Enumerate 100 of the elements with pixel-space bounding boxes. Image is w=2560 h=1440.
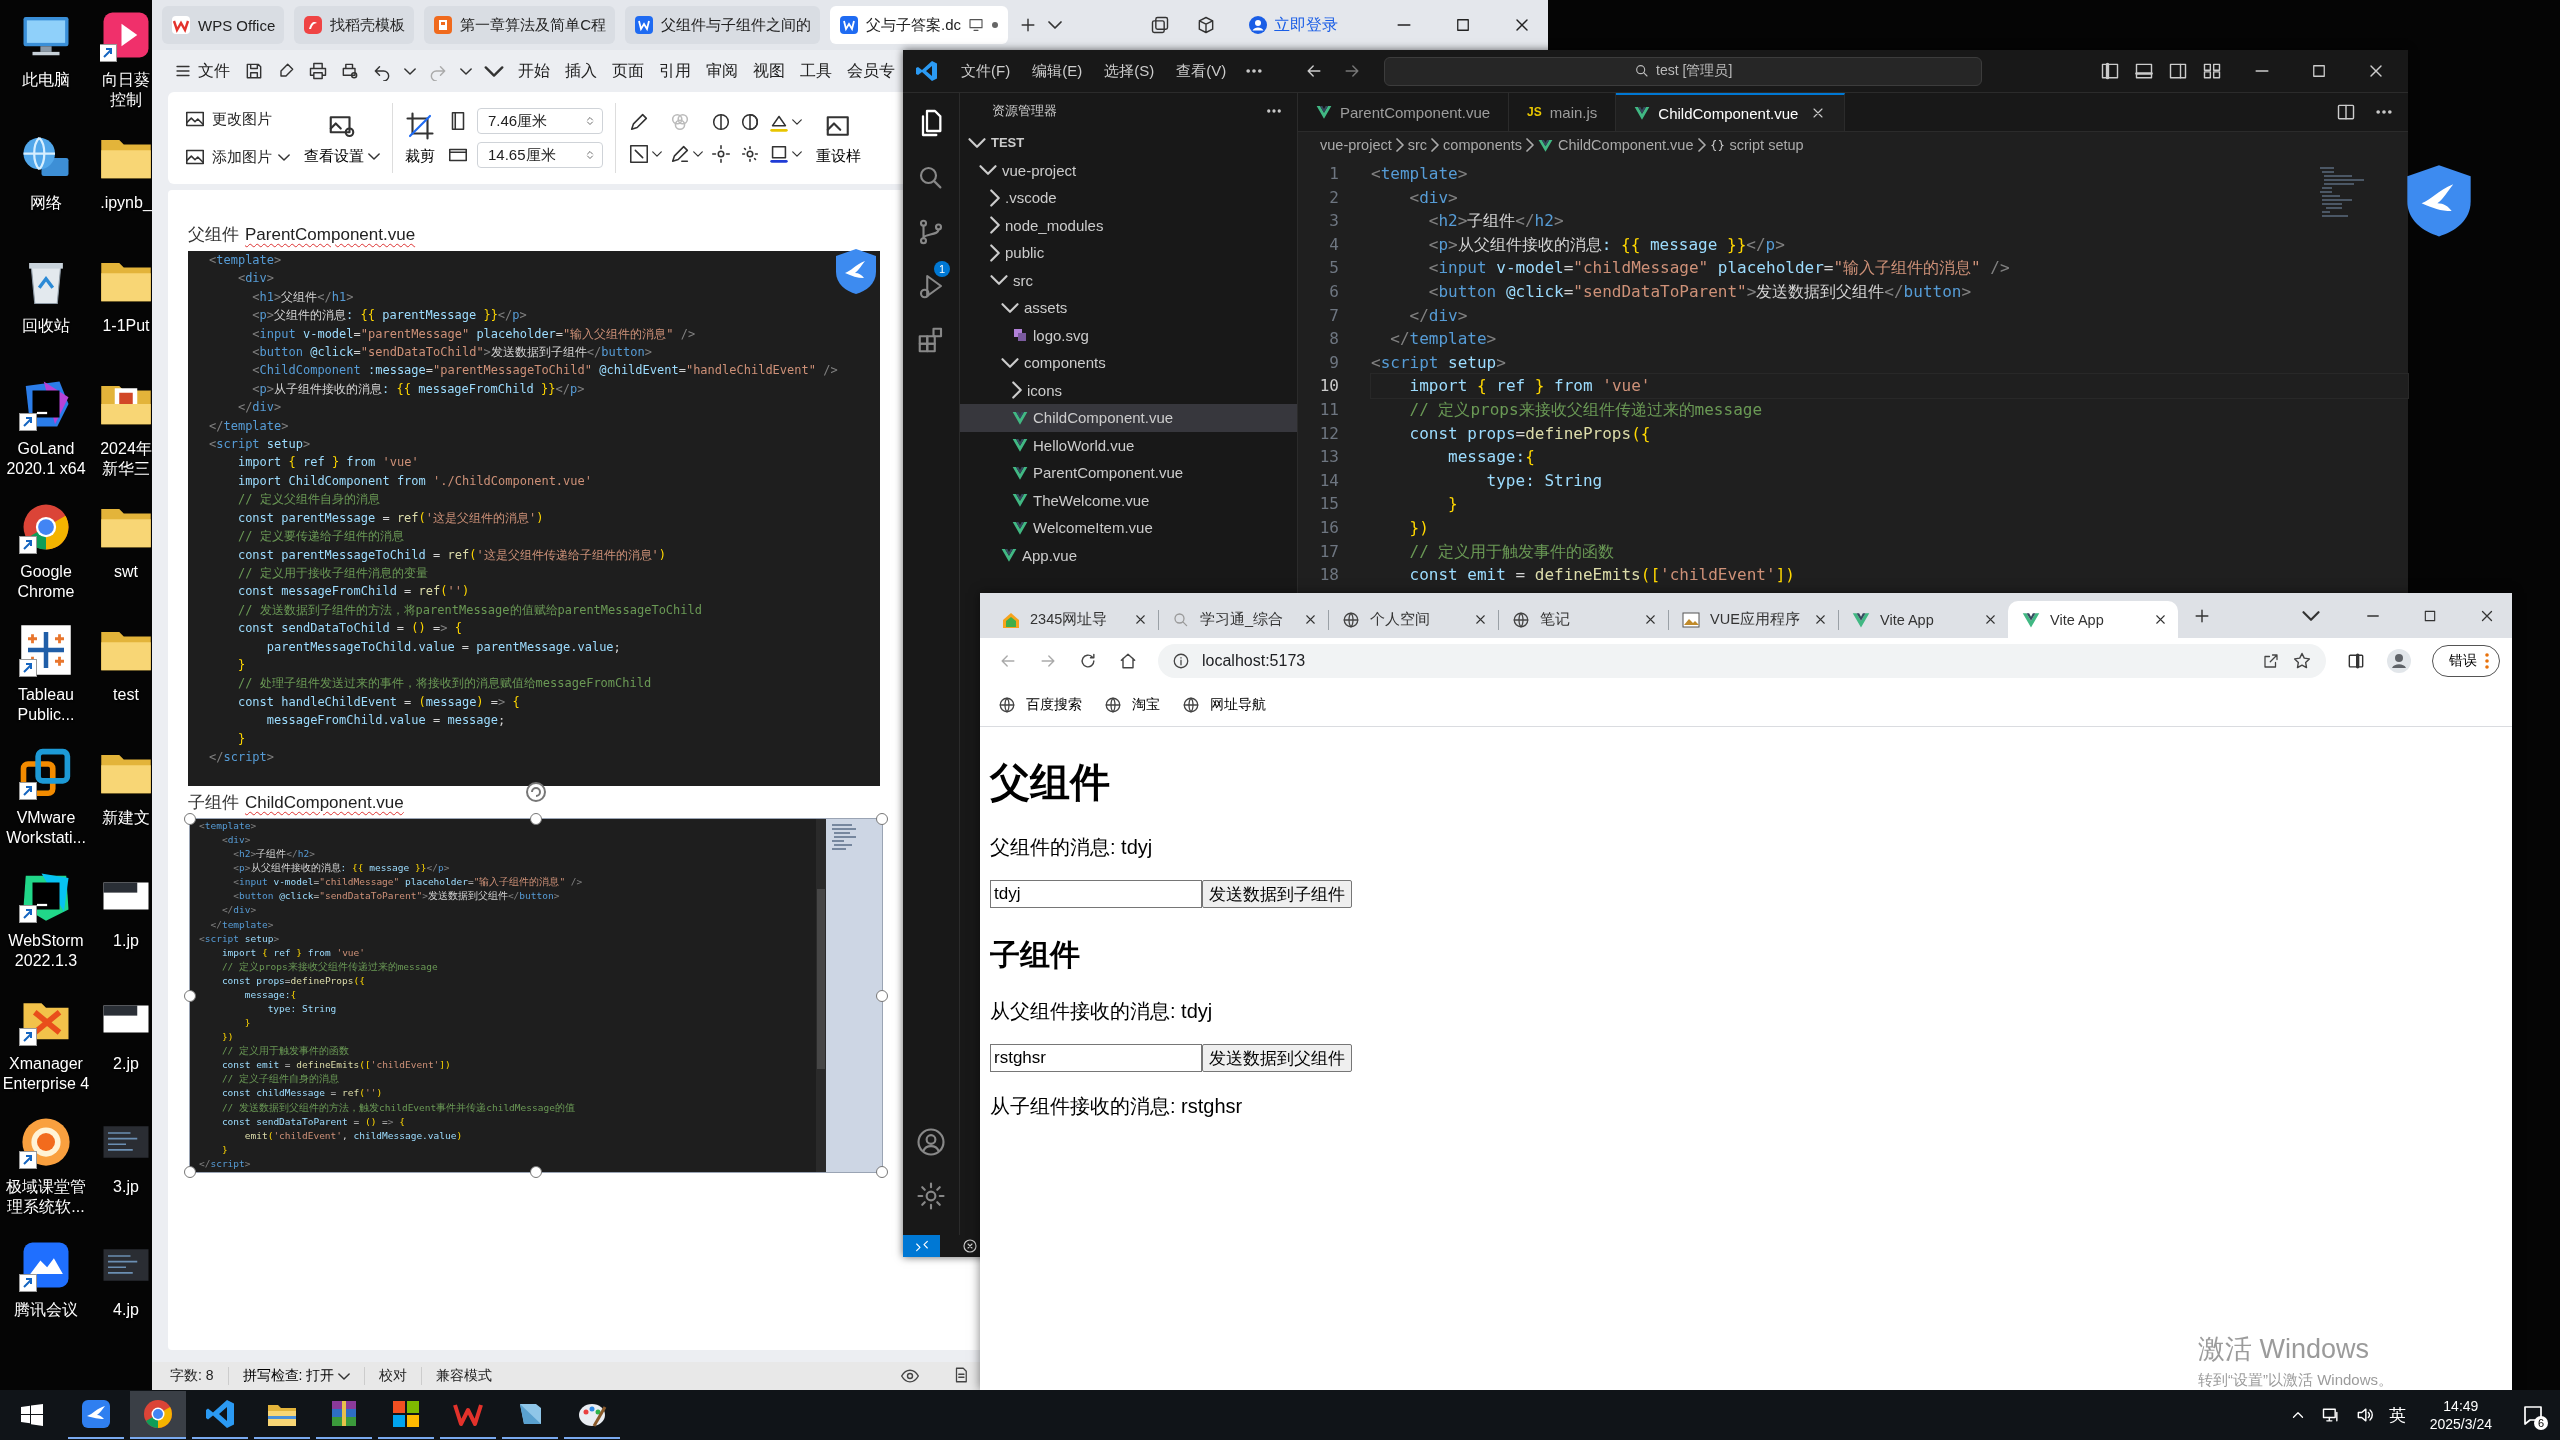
tree-item[interactable]: src — [960, 266, 1297, 294]
login-button[interactable]: 立即登录 — [1242, 13, 1344, 37]
notification-button[interactable]: 6 — [2516, 1398, 2550, 1432]
layout-sidebar-icon[interactable] — [2100, 61, 2120, 81]
remote-button[interactable] — [903, 1235, 940, 1257]
tree-item[interactable]: components — [960, 349, 1297, 377]
layout-grid-icon[interactable] — [2202, 61, 2222, 81]
menu-item[interactable]: 视图 — [753, 60, 785, 82]
desktop-shortcut[interactable]: 1.jp — [100, 869, 152, 992]
tree-item[interactable]: TEST — [960, 129, 1297, 157]
tree-item[interactable]: assets — [960, 294, 1297, 322]
menu-item[interactable]: 会员专 — [847, 60, 895, 82]
tree-item[interactable]: TheWelcome.vue — [960, 486, 1297, 514]
maximize-icon[interactable] — [1454, 16, 1472, 34]
bookmark-item[interactable]: 淘宝 — [1104, 696, 1160, 714]
height-field[interactable]: 7.46厘米 — [477, 108, 603, 134]
view-settings-button[interactable]: 查看设置 — [304, 110, 380, 166]
send-button[interactable]: 发送数据到子组件 — [1202, 880, 1352, 908]
width-field[interactable]: 14.65厘米 — [477, 142, 603, 168]
tree-item[interactable]: WelcomeItem.vue — [960, 514, 1297, 542]
print-preview-icon[interactable] — [340, 61, 360, 81]
tree-item[interactable]: ParentComponent.vue — [960, 459, 1297, 487]
home-icon[interactable] — [1118, 651, 1138, 671]
save-icon[interactable] — [244, 61, 264, 81]
browser-tab[interactable]: VUE应用程序 — [1668, 601, 1838, 638]
browser-tab[interactable]: 个人空间 — [1328, 601, 1498, 638]
settings-icon[interactable] — [916, 1181, 946, 1211]
desktop-shortcut[interactable]: 2.jp — [100, 992, 152, 1115]
file-menu[interactable]: 文件 — [172, 56, 232, 86]
desktop-shortcut[interactable]: swt — [100, 500, 152, 623]
contrast-icon[interactable] — [710, 111, 732, 133]
selection-handle[interactable] — [530, 813, 542, 825]
caret-icon[interactable] — [404, 67, 416, 75]
desktop-shortcut[interactable]: .ipynb_ — [100, 131, 152, 254]
desktop-shortcut[interactable]: 2024年 新华三 — [100, 377, 152, 500]
desktop-shortcut[interactable]: 网络 — [0, 131, 92, 254]
share-icon[interactable] — [2262, 652, 2280, 670]
layout-panel-icon[interactable] — [2134, 61, 2154, 81]
document-tab[interactable]: 找稻壳模板 — [294, 6, 415, 44]
menu-item[interactable]: 插入 — [565, 60, 597, 82]
browser-tab[interactable]: Vite App — [1838, 601, 2008, 638]
account-icon[interactable] — [916, 1127, 946, 1157]
sun-icon[interactable] — [739, 143, 761, 165]
close-icon[interactable] — [1473, 612, 1488, 627]
browser-tab[interactable]: Vite App — [2008, 601, 2178, 638]
reset-style-button[interactable]: 重设样 — [816, 110, 861, 166]
side-panel-icon[interactable] — [2346, 651, 2366, 671]
close-icon[interactable] — [1813, 612, 1828, 627]
tree-item[interactable]: ChildComponent.vue — [960, 404, 1297, 432]
close-icon[interactable] — [1643, 612, 1658, 627]
bookmark-item[interactable]: 网址导航 — [1182, 696, 1266, 714]
menu-item[interactable]: 选择(S) — [1104, 61, 1155, 81]
tree-item[interactable]: App.vue — [960, 541, 1297, 569]
tree-item[interactable]: HelloWorld.vue — [960, 431, 1297, 459]
input-method-indicator[interactable]: 英 — [2388, 1403, 2406, 1427]
brush-icon[interactable] — [628, 111, 650, 133]
reload-icon[interactable] — [1078, 651, 1098, 671]
desktop-shortcut[interactable]: 3.jp — [100, 1115, 152, 1238]
desktop-shortcut[interactable]: 向日葵 控制 — [100, 8, 152, 131]
clock[interactable]: 14:49 2025/3/24 — [2429, 1397, 2492, 1433]
spell-check-button[interactable]: 拼写检查: 打开 — [228, 1367, 366, 1385]
rotate-handle[interactable] — [525, 781, 547, 803]
selection-handle[interactable] — [530, 1166, 542, 1178]
document-tab[interactable]: 父与子答案.dc — [830, 6, 1009, 44]
menu-item[interactable]: 页面 — [612, 60, 644, 82]
close-icon[interactable] — [1983, 612, 1998, 627]
menu-item[interactable]: 引用 — [659, 60, 691, 82]
change-picture-button[interactable]: 更改图片 — [182, 104, 292, 134]
crop-button[interactable]: 裁剪 — [405, 110, 435, 166]
tab-search-icon[interactable] — [2302, 610, 2320, 621]
breadcrumb-item[interactable]: components — [1443, 137, 1523, 153]
brightness-icon[interactable] — [739, 111, 761, 133]
caret-icon[interactable] — [460, 67, 472, 75]
tree-item[interactable]: vue-project — [960, 156, 1297, 184]
selection-handle[interactable] — [876, 813, 888, 825]
bookmark-star-icon[interactable] — [2292, 651, 2312, 671]
browser-tab[interactable]: 学习通_综合 — [1158, 601, 1328, 638]
profile-icon[interactable] — [2386, 648, 2412, 674]
print-icon[interactable] — [308, 61, 328, 81]
menu-item[interactable]: 编辑(E) — [1032, 61, 1083, 81]
send-button[interactable]: 发送数据到父组件 — [1202, 1044, 1352, 1072]
close-icon[interactable] — [1133, 612, 1148, 627]
desktop-shortcut[interactable]: Google Chrome — [0, 500, 92, 623]
tree-item[interactable]: icons — [960, 376, 1297, 404]
close-icon[interactable] — [2153, 612, 2168, 627]
desktop-shortcut[interactable]: 极域课堂管 理系统软... — [0, 1115, 92, 1238]
desktop-shortcut[interactable]: 4.jp — [100, 1238, 152, 1361]
document-tab[interactable]: WPS Office — [162, 6, 285, 44]
sun-icon[interactable] — [710, 143, 732, 165]
desktop-shortcut[interactable]: 此电脑 — [0, 8, 92, 131]
document-tab[interactable]: 父组件与子组件之间的 — [625, 6, 821, 44]
tree-item[interactable]: node_modules — [960, 211, 1297, 239]
tree-item[interactable]: .vscode — [960, 184, 1297, 212]
address-bar[interactable]: localhost:5173 — [1158, 644, 2326, 678]
layout-secondary-icon[interactable] — [2168, 61, 2188, 81]
desktop-shortcut[interactable]: VMware Workstati... — [0, 746, 92, 869]
browser-tab[interactable]: 2345网址导 — [988, 601, 1158, 638]
breadcrumb-item[interactable]: ChildComponent.vue — [1538, 137, 1694, 153]
input-field[interactable]: tdyj — [990, 880, 1202, 908]
browser-tab[interactable]: 笔记 — [1498, 601, 1668, 638]
